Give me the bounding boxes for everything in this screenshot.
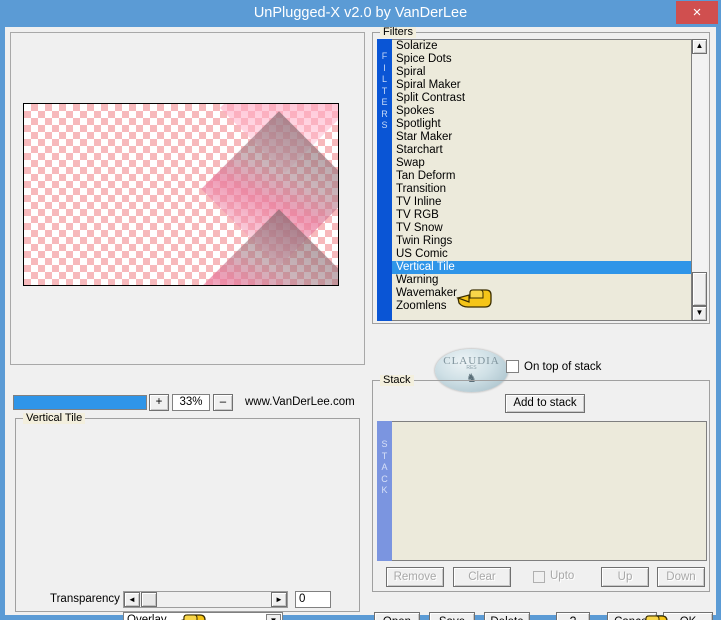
filter-list-item[interactable]: Spiral Maker	[392, 79, 691, 92]
filter-list-item[interactable]: Split Contrast	[392, 92, 691, 105]
remove-button[interactable]: Remove	[386, 567, 444, 587]
ok-button[interactable]: OK	[663, 612, 713, 620]
stack-list[interactable]	[392, 421, 707, 561]
effect-settings-group-label: Vertical Tile	[23, 413, 86, 424]
slider-left-arrow-icon[interactable]: ◄	[124, 592, 140, 607]
filter-list-item[interactable]: Star Maker	[392, 131, 691, 144]
chevron-down-icon[interactable]: ▼	[266, 614, 281, 620]
filters-group-label: Filters	[380, 27, 416, 38]
filter-list-item[interactable]: Zoomlens	[392, 300, 691, 313]
on-top-of-stack-checkbox[interactable]	[506, 360, 519, 373]
filter-list-item[interactable]: Spice Dots	[392, 53, 691, 66]
upto-label: Upto	[550, 570, 575, 582]
filters-scrollbar[interactable]: ▲ ▼	[692, 39, 707, 321]
zoom-out-button[interactable]: –	[213, 394, 233, 411]
slider-thumb[interactable]	[141, 592, 157, 607]
zoom-in-button[interactable]: +	[149, 394, 169, 411]
filters-sidebar-label: FILTERS	[377, 39, 392, 321]
transparency-label: Transparency	[50, 593, 120, 605]
help-button[interactable]: ?	[556, 612, 590, 620]
filter-list-item[interactable]: TV Snow	[392, 222, 691, 235]
on-top-of-stack-label: On top of stack	[524, 361, 602, 373]
filter-list-item[interactable]: Warning	[392, 274, 691, 287]
move-up-button[interactable]: Up	[601, 567, 649, 587]
filter-list-item[interactable]: Twin Rings	[392, 235, 691, 248]
application-window: UnPlugged-X v2.0 by VanDerLee × + 33% – …	[0, 0, 721, 620]
clear-button[interactable]: Clear	[453, 567, 511, 587]
slider-right-arrow-icon[interactable]: ►	[271, 592, 287, 607]
scroll-down-icon[interactable]: ▼	[692, 306, 707, 321]
filters-group: Filters FILTERS Solarize Spice Dots Spiral…	[372, 27, 710, 324]
stack-sidebar-label: STACK	[377, 421, 392, 561]
cancel-button[interactable]: Cancel	[607, 612, 657, 620]
filter-list-item[interactable]: Spiral	[392, 66, 691, 79]
stack-group-label: Stack	[380, 375, 414, 386]
open-button[interactable]: Open	[374, 612, 420, 620]
scroll-up-icon[interactable]: ▲	[692, 39, 707, 54]
filter-list-item[interactable]: Starchart	[392, 144, 691, 157]
scrollbar-thumb[interactable]	[692, 272, 707, 306]
filter-list-item[interactable]: Solarize	[392, 40, 691, 53]
zoom-level-value: 33%	[172, 394, 210, 411]
stack-group: Stack Add to stack STACK Remove Clear Up…	[372, 375, 710, 592]
save-button[interactable]: Save	[429, 612, 475, 620]
render-progress-bar	[13, 395, 147, 410]
window-title: UnPlugged-X v2.0 by VanDerLee	[253, 5, 468, 21]
filter-list-item[interactable]: Vertical Tile	[392, 261, 691, 274]
filter-list-item[interactable]: Spotlight	[392, 118, 691, 131]
filters-list[interactable]: Solarize Spice Dots Spiral Spiral Maker Spli…	[392, 39, 692, 321]
filter-list-item[interactable]: TV Inline	[392, 196, 691, 209]
preview-image[interactable]	[23, 103, 339, 286]
blend-mode-select[interactable]: Overlay ▼	[123, 612, 283, 620]
filter-list-item[interactable]: Swap	[392, 157, 691, 170]
upto-checkbox[interactable]	[533, 571, 545, 583]
move-down-button[interactable]: Down	[657, 567, 705, 587]
filter-list-item[interactable]: Spokes	[392, 105, 691, 118]
effect-settings-group: Vertical Tile	[15, 413, 360, 612]
filter-list-item[interactable]: Tan Deform	[392, 170, 691, 183]
filter-list-item[interactable]: Transition	[392, 183, 691, 196]
client-area: + 33% – www.VanDerLee.com Vertical Tile …	[5, 27, 716, 620]
delete-button[interactable]: Delete	[484, 612, 530, 620]
transparency-slider[interactable]: ◄ ►	[123, 591, 288, 608]
blend-mode-value: Overlay	[127, 614, 167, 620]
preview-panel[interactable]	[10, 32, 365, 365]
filter-list-item[interactable]: US Comic	[392, 248, 691, 261]
filter-list-item[interactable]: Wavemaker	[392, 287, 691, 300]
filter-list-item[interactable]: TV RGB	[392, 209, 691, 222]
transparency-value-input[interactable]: 0	[295, 591, 331, 608]
add-to-stack-button[interactable]: Add to stack	[505, 394, 585, 413]
title-bar: UnPlugged-X v2.0 by VanDerLee ×	[0, 0, 721, 27]
close-icon[interactable]: ×	[676, 1, 718, 24]
vendor-website-label[interactable]: www.VanDerLee.com	[245, 396, 355, 408]
